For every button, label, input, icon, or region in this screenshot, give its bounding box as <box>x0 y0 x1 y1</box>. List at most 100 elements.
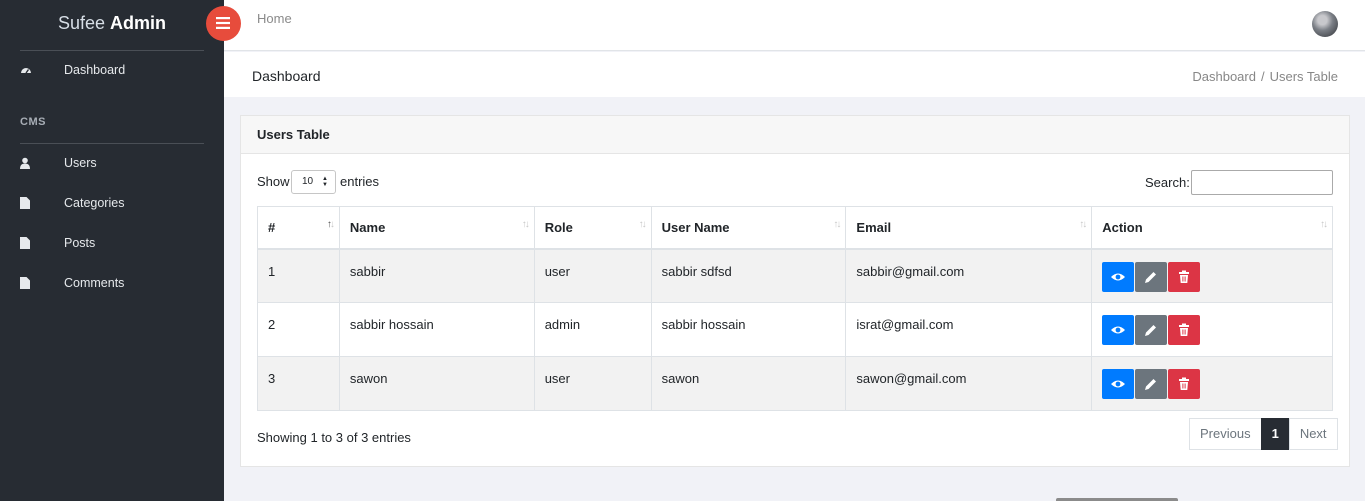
file-icon <box>20 277 32 291</box>
sort-icon: ↑↓ <box>521 219 530 230</box>
column-header-index[interactable]: # ↑↓ <box>257 206 340 250</box>
sort-asc-icon: ↑↓ <box>326 219 335 230</box>
sort-icon: ↑↓ <box>1320 219 1328 230</box>
column-header-username[interactable]: User Name ↑↓ <box>650 206 847 250</box>
dashboard-icon <box>20 64 32 78</box>
cell-role: admin <box>533 302 652 357</box>
delete-button[interactable] <box>1168 315 1201 345</box>
column-header-role[interactable]: Role ↑↓ <box>533 206 652 250</box>
column-label: Role <box>544 220 573 235</box>
delete-button[interactable] <box>1168 261 1201 292</box>
entries-length-value: 10 <box>302 176 314 187</box>
divider <box>20 50 204 51</box>
user-icon <box>20 157 32 171</box>
brand-logo[interactable]: Sufee Admin <box>0 0 224 50</box>
cell-index: 2 <box>257 302 340 357</box>
section-title: CMS <box>20 116 46 128</box>
sidebar-item-comments[interactable]: Comments <box>0 272 224 296</box>
sidebar-item-label: Categories <box>64 196 125 210</box>
cell-username: sabbir sdfsd <box>650 248 847 303</box>
brand-name-bold: Admin <box>110 13 167 33</box>
edit-button[interactable] <box>1135 369 1168 399</box>
sort-icon: ↑↓ <box>638 219 647 230</box>
column-label: Action <box>1102 220 1143 235</box>
column-label: User Name <box>661 220 730 235</box>
trash-icon <box>1179 377 1190 390</box>
sidebar-item-label: Dashboard <box>64 63 126 77</box>
cell-actions <box>1091 302 1333 357</box>
sidebar-item-label: Posts <box>64 236 96 250</box>
view-button[interactable] <box>1102 261 1135 292</box>
show-label: Show <box>257 174 290 189</box>
sidebar-item-users[interactable]: Users <box>0 152 224 176</box>
page-1-button[interactable]: 1 <box>1260 418 1290 450</box>
edit-button[interactable] <box>1135 261 1168 292</box>
column-header-name[interactable]: Name ↑↓ <box>338 206 535 250</box>
menu-icon <box>216 17 230 29</box>
brand-name-light: Sufee <box>57 13 106 33</box>
delete-button[interactable] <box>1168 369 1201 399</box>
sidebar-item-categories[interactable]: Categories <box>0 192 224 216</box>
file-icon <box>20 237 32 251</box>
entries-length-select[interactable]: 10 ▲ ▼ <box>291 170 336 194</box>
breadcrumb: Dashboard / Users Table <box>1192 69 1338 84</box>
column-header-action[interactable]: Action ↑↓ <box>1091 206 1333 250</box>
view-button[interactable] <box>1102 315 1135 345</box>
sort-icon: ↑↓ <box>1079 219 1087 230</box>
cell-username: sabbir hossain <box>650 302 847 357</box>
divider <box>20 143 204 144</box>
view-button[interactable] <box>1102 369 1135 399</box>
cell-role: user <box>533 356 652 411</box>
cell-actions <box>1091 356 1333 411</box>
breadcrumb-item-dashboard[interactable]: Dashboard <box>1192 69 1256 84</box>
sort-icon: ↑↓ <box>833 219 841 230</box>
file-icon <box>20 197 32 211</box>
sidebar-item-label: Users <box>64 156 97 170</box>
avatar[interactable] <box>1312 11 1338 37</box>
table-row: 2 sabbir hossain admin sabbir hossain is… <box>257 302 1333 357</box>
cell-name: sabbir hossain <box>338 302 535 357</box>
trash-icon <box>1179 270 1190 283</box>
edit-button[interactable] <box>1135 315 1168 345</box>
column-label: # <box>268 220 276 235</box>
breadcrumb-separator: / <box>1260 69 1265 84</box>
previous-page-button[interactable]: Previous <box>1189 418 1262 450</box>
card-title: Users Table <box>257 127 330 142</box>
cell-role: user <box>533 248 652 303</box>
cell-email: sabbir@gmail.com <box>845 248 1093 303</box>
cell-name: sabbir <box>338 248 535 303</box>
card-header: Users Table <box>241 116 1349 154</box>
table-row: 1 sabbir user sabbir sdfsd sabbir@gmail.… <box>257 248 1333 303</box>
pagination: Previous 1 Next <box>1189 418 1338 450</box>
sidebar-item-posts[interactable]: Posts <box>0 232 224 256</box>
search-input[interactable] <box>1191 170 1333 195</box>
top-header <box>224 0 1365 51</box>
search-label: Search: <box>1145 175 1190 190</box>
sidebar: Sufee Admin Dashboard CMS Users Categori… <box>0 0 224 501</box>
cell-email: sawon@gmail.com <box>845 356 1093 411</box>
sidebar-item-dashboard[interactable]: Dashboard <box>0 59 224 83</box>
menu-toggle-button[interactable] <box>206 6 241 41</box>
page-title: Dashboard <box>252 68 321 84</box>
cell-actions <box>1091 248 1333 303</box>
cell-index: 1 <box>257 248 340 303</box>
trash-icon <box>1179 323 1190 336</box>
users-table: # ↑↓ Name ↑↓ Role ↑↓ User Name ↑↓ Email ↑↓ Ac… <box>257 206 1333 411</box>
eye-icon <box>1111 273 1126 280</box>
next-page-button[interactable]: Next <box>1288 418 1338 450</box>
pencil-icon <box>1145 271 1157 283</box>
cell-name: sawon <box>338 356 535 411</box>
sidebar-item-label: Comments <box>64 276 125 290</box>
column-header-email[interactable]: Email ↑↓ <box>845 206 1093 250</box>
home-link[interactable]: Home <box>257 11 292 26</box>
select-arrow-icon: ▲ ▼ <box>322 176 328 188</box>
cell-index: 3 <box>257 356 340 411</box>
table-row: 3 sawon user sawon sawon@gmail.com <box>257 356 1333 411</box>
eye-icon <box>1111 326 1126 334</box>
entries-label: entries <box>340 174 380 189</box>
eye-icon <box>1111 380 1126 388</box>
breadcrumb-item-current: Users Table <box>1269 69 1338 84</box>
pencil-icon <box>1145 379 1157 390</box>
table-header-row: # ↑↓ Name ↑↓ Role ↑↓ User Name ↑↓ Email ↑↓ Ac… <box>257 206 1333 250</box>
pencil-icon <box>1145 325 1157 336</box>
